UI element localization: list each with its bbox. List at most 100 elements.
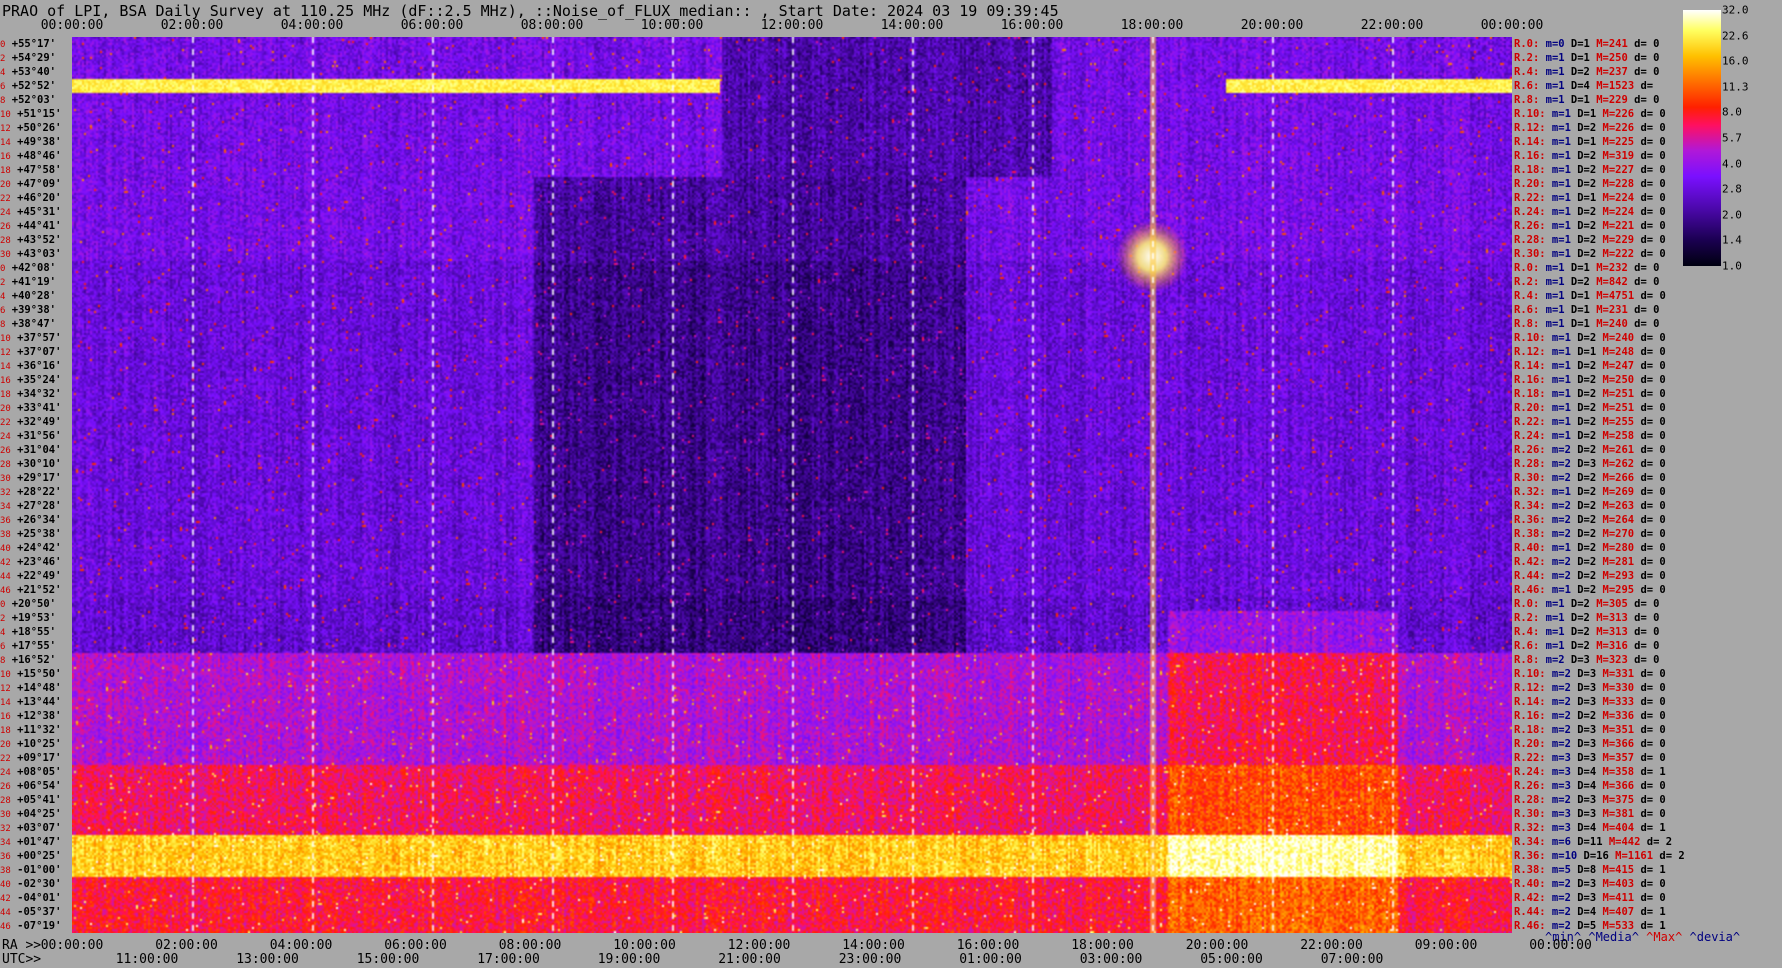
beam-index: 38 bbox=[0, 866, 11, 876]
row-median: D=2 bbox=[1570, 514, 1597, 526]
row-min: m=1 bbox=[1545, 122, 1571, 134]
utc-axis-prefix: UTC>> bbox=[2, 952, 42, 967]
row-min: m=1 bbox=[1545, 486, 1571, 498]
row-max: M=226 bbox=[1596, 108, 1635, 120]
utc-tick: 13:00:00 bbox=[236, 952, 299, 967]
row-max: M=442 bbox=[1602, 836, 1641, 848]
declination-label: 22 +46°20' bbox=[0, 191, 72, 206]
row-max: M=261 bbox=[1596, 444, 1635, 456]
colorbar-tick: 2.0 bbox=[1722, 208, 1742, 222]
ra-tick: 22:00:00 bbox=[1300, 938, 1363, 953]
declination-value: +47°09' bbox=[10, 178, 62, 190]
stats-row: R.18: m=1 D=2 M=251 d= 0 bbox=[1514, 387, 1666, 401]
row-median: D=2 bbox=[1570, 528, 1597, 540]
beam-index: 10 bbox=[0, 334, 11, 344]
stats-row: R.38: m=2 D=2 M=270 d= 0 bbox=[1514, 527, 1666, 541]
declination-value: +16°52' bbox=[5, 654, 56, 666]
stats-row: R.40: m=1 D=2 M=280 d= 0 bbox=[1514, 541, 1666, 555]
row-median: D=2 bbox=[1570, 360, 1597, 372]
row-min: m=1 bbox=[1539, 318, 1565, 330]
beam-index: 16 bbox=[0, 376, 11, 386]
beam-index: 14 bbox=[0, 362, 11, 372]
beam-index: 18 bbox=[0, 726, 11, 736]
row-min: m=3 bbox=[1545, 752, 1571, 764]
row-median: D=3 bbox=[1570, 668, 1597, 680]
stats-row: R.32: m=3 D=4 M=404 d= 1 bbox=[1514, 821, 1666, 835]
top-time-tick: 20:00:00 bbox=[1240, 18, 1304, 33]
declination-label: 24 +31°56' bbox=[0, 429, 72, 444]
stats-row: R.14: m=1 D=2 M=247 d= 0 bbox=[1514, 359, 1666, 373]
legend-devia: ^devia^ bbox=[1689, 930, 1741, 944]
row-median: D=2 bbox=[1570, 206, 1597, 218]
row-min: m=1 bbox=[1545, 332, 1571, 344]
flux-heatmap[interactable] bbox=[72, 37, 1512, 933]
ra-tick: 20:00:00 bbox=[1185, 938, 1249, 953]
stats-row: R.44: m=2 D=4 M=407 d= 1 bbox=[1514, 905, 1666, 919]
row-median: D=2 bbox=[1564, 626, 1590, 638]
row-devia: d= 0 bbox=[1634, 542, 1666, 554]
row-median: D=2 bbox=[1570, 556, 1597, 568]
row-max: M=333 bbox=[1596, 696, 1635, 708]
row-median: D=2 bbox=[1570, 332, 1597, 344]
beam-index: 24 bbox=[0, 432, 11, 442]
row-name: R.14: bbox=[1514, 360, 1546, 372]
beam-index: 10 bbox=[0, 110, 11, 120]
declination-label: 34 +27°28' bbox=[0, 499, 72, 514]
row-min: m=2 bbox=[1545, 556, 1571, 568]
row-max: M=407 bbox=[1596, 906, 1635, 918]
row-min: m=1 bbox=[1539, 626, 1565, 638]
row-min: m=1 bbox=[1539, 598, 1565, 610]
row-min: m=2 bbox=[1545, 710, 1571, 722]
declination-value: +36°16' bbox=[10, 360, 62, 372]
declination-label: 2 +19°53' bbox=[0, 611, 72, 626]
declination-value: +43°03' bbox=[10, 248, 62, 260]
row-min: m=0 bbox=[1539, 38, 1565, 50]
utc-tick: 19:00:00 bbox=[597, 952, 661, 967]
utc-tick: 23:00:00 bbox=[838, 952, 902, 967]
declination-value: +05°41' bbox=[10, 794, 62, 806]
utc-tick: 01:00:00 bbox=[959, 952, 1022, 967]
row-name: R.30: bbox=[1514, 808, 1546, 820]
row-min: m=3 bbox=[1545, 780, 1571, 792]
row-name: R.34: bbox=[1514, 836, 1546, 848]
declination-label: 32 +03°07' bbox=[0, 821, 72, 836]
declination-label: 26 +44°41' bbox=[0, 219, 72, 234]
declination-label: 28 +05°41' bbox=[0, 793, 72, 808]
stats-row: R.42: m=2 D=2 M=281 d= 0 bbox=[1514, 555, 1666, 569]
declination-value: +43°52' bbox=[10, 234, 62, 246]
declination-label: 30 +04°25' bbox=[0, 807, 72, 822]
declination-label: 20 +33°41' bbox=[0, 401, 72, 416]
declination-label: 36 +00°25' bbox=[0, 849, 72, 864]
stats-row: R.14: m=1 D=1 M=225 d= 0 bbox=[1514, 135, 1666, 149]
declination-value: +19°53' bbox=[5, 612, 56, 624]
row-devia: d= 2 bbox=[1640, 836, 1673, 848]
row-devia: d= 0 bbox=[1634, 878, 1666, 890]
stats-row: R.2: m=1 D=2 M=842 d= 0 bbox=[1514, 275, 1659, 289]
declination-label: 22 +32°49' bbox=[0, 415, 72, 430]
stats-row: R.14: m=2 D=3 M=333 d= 0 bbox=[1514, 695, 1666, 709]
row-median: D=2 bbox=[1570, 430, 1597, 442]
declination-label: 16 +12°38' bbox=[0, 709, 72, 724]
row-name: R.22: bbox=[1514, 192, 1546, 204]
row-max: M=262 bbox=[1596, 458, 1635, 470]
beam-index: 24 bbox=[0, 208, 11, 218]
row-median: D=2 bbox=[1570, 486, 1597, 498]
row-name: R.36: bbox=[1514, 850, 1546, 862]
stats-row: R.10: m=1 D=2 M=240 d= 0 bbox=[1514, 331, 1666, 345]
row-max: M=336 bbox=[1596, 710, 1635, 722]
declination-label: 6 +17°55' bbox=[0, 639, 72, 654]
declination-value: +13°44' bbox=[10, 696, 62, 708]
declination-value: +42°08' bbox=[5, 262, 56, 274]
declination-value: +48°46' bbox=[10, 150, 62, 162]
ra-tick: 00:00:00 bbox=[40, 938, 104, 953]
row-max: M=366 bbox=[1596, 780, 1635, 792]
row-min: m=1 bbox=[1545, 108, 1571, 120]
declination-value: +30°10' bbox=[10, 458, 62, 470]
row-median: D=2 bbox=[1570, 122, 1597, 134]
stats-row: R.38: m=5 D=8 M=415 d= 1 bbox=[1514, 863, 1666, 877]
row-devia: d= 0 bbox=[1634, 430, 1666, 442]
stats-row: R.0: m=1 D=2 M=305 d= 0 bbox=[1514, 597, 1659, 611]
declination-label: 26 +06°54' bbox=[0, 779, 72, 794]
declination-label: 24 +08°05' bbox=[0, 765, 72, 780]
ra-tick: 18:00:00 bbox=[1071, 938, 1134, 953]
